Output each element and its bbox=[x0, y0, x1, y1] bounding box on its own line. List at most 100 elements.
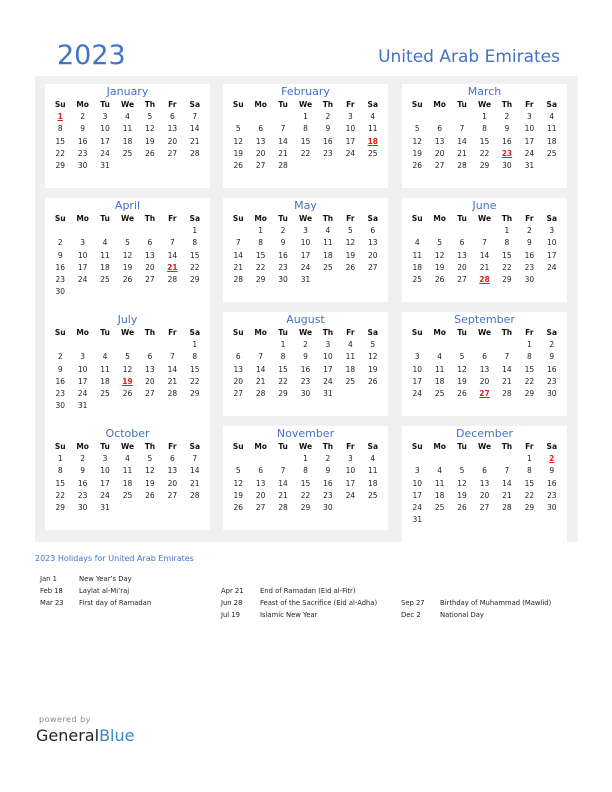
day-cell: 15 bbox=[55, 136, 65, 146]
day-cell: 22 bbox=[502, 262, 512, 272]
weekday-header: Su bbox=[411, 328, 423, 337]
day-cell: 25 bbox=[434, 502, 445, 512]
day-cell: 22 bbox=[300, 490, 311, 500]
day-cell: 27 bbox=[255, 160, 266, 170]
day-cell: 23 bbox=[524, 262, 535, 272]
day-cell: 26 bbox=[457, 502, 467, 512]
holiday-date: Sep 27 bbox=[401, 599, 425, 607]
day-cell: 1 bbox=[280, 340, 286, 350]
month-march: March Su Mo Tu We Th Fr Sa 1 2 3 4 5 6 7 8 9 10 11 12 13 14 15… bbox=[402, 84, 567, 188]
weekday-header: Mo bbox=[433, 100, 446, 109]
empty-cell bbox=[71, 339, 93, 351]
day-cell: 23 bbox=[55, 274, 65, 284]
day-cell: 10 bbox=[345, 466, 356, 476]
day-cell: 11 bbox=[434, 364, 445, 374]
day-cell: 14 bbox=[167, 364, 178, 374]
day-cell: 27 bbox=[233, 388, 243, 398]
month-name: September bbox=[454, 313, 515, 326]
day-cell: 31 bbox=[100, 502, 110, 512]
day-cell: 18 bbox=[345, 364, 356, 374]
day-cell: 17 bbox=[100, 136, 110, 146]
day-cell: 19 bbox=[457, 490, 467, 500]
day-cell: 30 bbox=[77, 160, 88, 170]
day-cell: 25 bbox=[412, 274, 422, 284]
day-cell: 12 bbox=[457, 364, 467, 374]
weekday-header: Sa bbox=[546, 100, 558, 109]
day-cell: 5 bbox=[459, 466, 465, 476]
weekday-header: Fr bbox=[525, 328, 534, 337]
holiday-name: Birthday of Muhammad (Mawlid) bbox=[440, 599, 552, 607]
empty-cell bbox=[496, 339, 518, 351]
day-cell: 22 bbox=[524, 376, 535, 386]
day-cell: 17 bbox=[300, 250, 311, 260]
day-cell: 13 bbox=[368, 238, 378, 248]
month-name: December bbox=[455, 427, 514, 440]
holiday-column: Apr 21 End of Ramadan (Eid al-Fitr) Jun 28… bbox=[221, 585, 377, 621]
day-cell: 22 bbox=[190, 262, 200, 272]
month-name: March bbox=[467, 85, 502, 98]
day-cell: 5 bbox=[459, 352, 465, 362]
day-cell: 15 bbox=[55, 478, 65, 488]
weekday-header: Su bbox=[411, 214, 423, 223]
day-cell: 7 bbox=[258, 352, 264, 362]
day-cell: 18 bbox=[100, 376, 110, 386]
day-cell: 8 bbox=[526, 466, 532, 476]
weekday-header: Tu bbox=[100, 328, 110, 337]
day-cell: 4 bbox=[370, 112, 376, 122]
day-cell: 5 bbox=[235, 124, 241, 134]
day-cell: 14 bbox=[278, 136, 288, 146]
day-cell: 21 bbox=[502, 490, 512, 500]
day-cell: 31 bbox=[77, 401, 88, 411]
day-cell: 7 bbox=[192, 454, 198, 464]
holiday-date: Jun 28 bbox=[221, 599, 243, 607]
day-cell: 9 bbox=[325, 124, 331, 134]
weekday-header: Su bbox=[54, 442, 66, 451]
holiday-day: 2 bbox=[549, 454, 555, 464]
day-cell: 13 bbox=[145, 364, 155, 374]
holiday-date: Jan 1 bbox=[40, 575, 57, 583]
day-cell: 23 bbox=[547, 376, 557, 386]
weekday-header: Sa bbox=[367, 328, 379, 337]
brand-general: General bbox=[36, 726, 100, 745]
day-cell: 1 bbox=[526, 340, 532, 350]
year-title: 2023 bbox=[57, 40, 126, 71]
country-title: United Arab Emirates bbox=[378, 47, 560, 67]
day-cell: 18 bbox=[122, 136, 133, 146]
day-cell: 6 bbox=[437, 124, 443, 134]
day-cell: 11 bbox=[122, 466, 133, 476]
weekday-header: Fr bbox=[525, 214, 534, 223]
day-cell: 30 bbox=[77, 502, 88, 512]
day-cell: 29 bbox=[190, 388, 200, 398]
day-cell: 17 bbox=[323, 364, 333, 374]
holiday-name: Feast of the Sacrifice (Eid al-Adha) bbox=[260, 599, 378, 607]
day-cell: 28 bbox=[167, 274, 178, 284]
day-cell: 1 bbox=[57, 454, 63, 464]
weekday-header: Th bbox=[322, 214, 334, 223]
day-cell: 23 bbox=[547, 490, 557, 500]
day-cell: 4 bbox=[437, 466, 443, 476]
day-cell: 27 bbox=[479, 502, 490, 512]
day-cell: 5 bbox=[347, 226, 353, 236]
day-cell: 18 bbox=[434, 490, 445, 500]
weekday-header: We bbox=[477, 328, 492, 337]
day-cell: 10 bbox=[547, 238, 557, 248]
day-cell: 1 bbox=[303, 454, 308, 464]
day-cell: 7 bbox=[504, 352, 510, 362]
day-cell: 28 bbox=[233, 274, 243, 284]
holiday-name: New Year’s Day bbox=[79, 575, 132, 583]
day-cell: 14 bbox=[255, 364, 266, 374]
day-grid: Su Mo Tu We Th Fr Sa 1 2 3 4 5 6 7 8 9 10 11 12 13 14 15 16 17 1… bbox=[45, 99, 210, 172]
day-grid: Su Mo Tu We Th Fr Sa 1 2 3 4 5 6 7 8 9 10 11 12 13 14 15 16 17 1… bbox=[402, 327, 567, 400]
empty-cell bbox=[49, 225, 71, 237]
month-august: August Su Mo Tu We Th Fr Sa 1 2 3 4 5 6 7 8 9 10 11 12 13 14 1… bbox=[223, 312, 388, 416]
day-cell: 6 bbox=[258, 124, 264, 134]
weekday-header: Mo bbox=[254, 328, 267, 337]
day-cell: 13 bbox=[255, 478, 266, 488]
holiday-day: 1 bbox=[57, 112, 63, 122]
weekday-header: We bbox=[477, 214, 492, 223]
day-cell: 1 bbox=[192, 340, 198, 350]
day-cell: 1 bbox=[526, 454, 532, 464]
day-grid: Su Mo Tu We Th Fr Sa 1 2 3 4 5 6 7 8 9 10 11 12 13 14 15 16 17 1… bbox=[45, 441, 210, 514]
day-cell: 5 bbox=[147, 454, 153, 464]
day-cell: 14 bbox=[479, 250, 490, 260]
